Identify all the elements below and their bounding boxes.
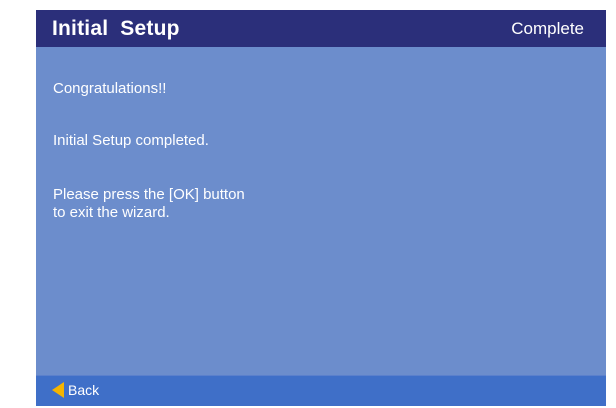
footer-bar: Back (36, 375, 606, 406)
header-bar: Initial Setup Complete (36, 10, 606, 47)
back-arrow-icon (52, 382, 64, 398)
message-area: Congratulations!! Initial Setup complete… (53, 80, 245, 222)
back-label: Back (68, 382, 100, 398)
instruction-text-line1: Please press the [OK] button (53, 186, 245, 203)
instruction-text-line2: to exit the wizard. (53, 204, 170, 221)
back-button[interactable]: Back (52, 382, 99, 398)
setup-screen: Initial Setup Complete Congratulations!!… (36, 10, 606, 406)
page-title: Initial Setup (52, 17, 180, 40)
completed-text: Initial Setup completed. (53, 132, 209, 149)
status-label: Complete (511, 19, 584, 38)
congratulations-text: Congratulations!! (53, 80, 167, 97)
